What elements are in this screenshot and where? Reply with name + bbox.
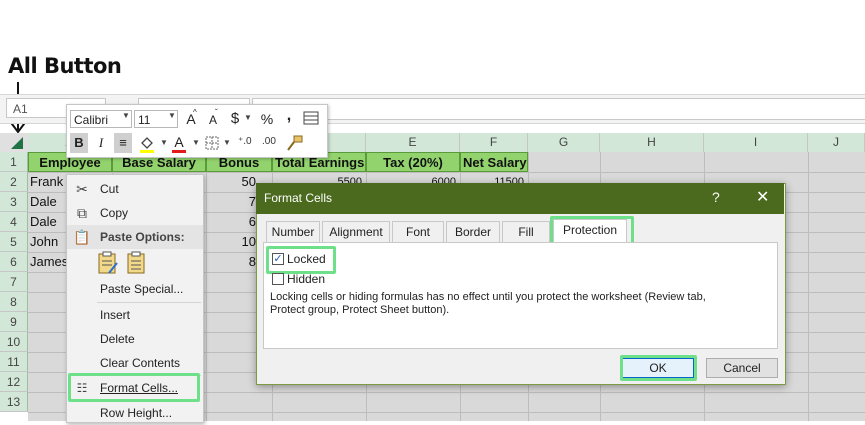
protection-info-text: Locking cells or hiding formulas has no … [270,291,770,317]
decrease-decimal-icon[interactable]: .00 [262,136,276,147]
menu-item-clear-contents[interactable]: Clear Contents [67,351,203,375]
cell-name[interactable]: Dale [28,212,68,232]
menu-item-copy[interactable]: ⧉ Copy [67,201,203,225]
column-header-j[interactable]: J [808,133,865,152]
row-header[interactable]: 1 [0,152,28,172]
cell-bonus[interactable]: 6 [206,212,258,232]
column-header-g[interactable]: G [528,133,600,152]
format-cells-highlight [68,373,200,402]
dialog-title: Format Cells [264,191,333,205]
column-header-h[interactable]: H [600,133,704,152]
row-header[interactable]: 13 [0,392,28,412]
menu-item-insert[interactable]: Insert [67,303,203,327]
accounting-chevron-down-icon[interactable]: ▼ [244,113,252,122]
row-header[interactable]: 11 [0,352,28,372]
tab-number[interactable]: Number [266,221,320,242]
borders-chevron-down-icon[interactable]: ▼ [223,138,231,147]
format-table-icon[interactable] [303,110,319,126]
font-color-button[interactable]: A [170,132,188,152]
clipboard-icon: 📋 [73,229,91,245]
cell-bonus[interactable]: 50 [206,172,258,192]
cell-name[interactable]: John [28,232,68,252]
fill-color-icon[interactable] [138,135,156,153]
tab-alignment[interactable]: Alignment [322,221,390,242]
annotation-title: All Button [8,54,122,78]
info-line: Locking cells or hiding formulas has no … [270,291,706,303]
format-painter-icon[interactable] [285,135,303,153]
cell-header-tax[interactable]: Tax (20%) [366,152,460,172]
close-button[interactable]: ✕ [756,187,769,207]
increase-font-size-button[interactable]: A [182,109,200,129]
column-header-e[interactable]: E [366,133,460,152]
info-line: Protect group, Protect Sheet button). [270,304,450,316]
tab-border[interactable]: Border [446,221,500,242]
row-header[interactable]: 7 [0,272,28,292]
row-header[interactable]: 10 [0,332,28,352]
cell-bonus[interactable]: 10 [206,232,258,252]
tab-font[interactable]: Font [392,221,444,242]
decrease-font-caret-icon: ˇ [215,108,218,117]
select-all-triangle-icon[interactable] [11,137,23,149]
font-size-chevron-down-icon[interactable]: ▼ [168,111,176,120]
cell-header-net-salary[interactable]: Net Salary [460,152,528,172]
borders-icon[interactable] [204,135,220,151]
increase-decimal-icon[interactable]: ⁺.0 [238,136,252,147]
font-name-chevron-down-icon[interactable]: ▼ [122,111,130,120]
help-button[interactable]: ? [712,189,720,205]
center-align-icon[interactable]: ≡ [114,133,132,153]
accounting-format-button[interactable]: $ [226,109,244,129]
font-color-swatch [172,150,186,153]
row-header[interactable]: 8 [0,292,28,312]
increase-font-caret-icon: ^ [193,108,197,117]
menu-item-cut[interactable]: ✂ Cut [67,177,203,201]
ok-highlight [620,355,697,381]
dialog-title-bar: Format Cells ? ✕ [256,183,784,214]
scissors-icon: ✂ [76,181,88,197]
paste-options-header: 📋 Paste Options: [67,225,203,249]
cell-name[interactable]: Frank [28,172,68,192]
italic-button[interactable]: I [92,133,110,153]
paste-values-icon[interactable] [125,251,147,275]
row-header[interactable]: 9 [0,312,28,332]
tab-fill[interactable]: Fill [502,221,550,242]
paste-icon[interactable] [97,251,119,275]
copy-icon: ⧉ [77,205,87,221]
decrease-font-size-button[interactable]: A [204,110,222,130]
row-header[interactable]: 5 [0,232,28,252]
column-header-f[interactable]: F [460,133,528,152]
row-header[interactable]: 3 [0,192,28,212]
cell-name[interactable]: James [28,252,68,272]
row-header[interactable]: 6 [0,252,28,272]
cell-bonus[interactable]: 8 [206,252,258,272]
column-header-i[interactable]: I [704,133,808,152]
menu-item-paste-special[interactable]: Paste Special... [67,277,203,301]
hidden-checkbox[interactable] [272,273,284,285]
hidden-label[interactable]: Hidden [287,272,325,286]
menu-item-delete[interactable]: Delete [67,327,203,351]
cell-bonus[interactable]: 7 [206,192,258,212]
font-color-chevron-down-icon[interactable]: ▼ [192,138,200,147]
menu-item-row-height[interactable]: Row Height... [67,401,203,425]
row-header[interactable]: 2 [0,172,28,192]
cancel-button[interactable]: Cancel [706,358,778,378]
cell-name[interactable]: Dale [28,192,68,212]
locked-highlight [266,246,336,274]
formula-input[interactable] [252,98,865,120]
percent-style-button[interactable]: % [258,109,276,129]
bold-button[interactable]: B [70,133,88,153]
fill-color-chevron-down-icon[interactable]: ▼ [160,138,168,147]
row-header[interactable]: 12 [0,372,28,392]
comma-style-button[interactable]: , [280,106,298,126]
row-header[interactable]: 4 [0,212,28,232]
